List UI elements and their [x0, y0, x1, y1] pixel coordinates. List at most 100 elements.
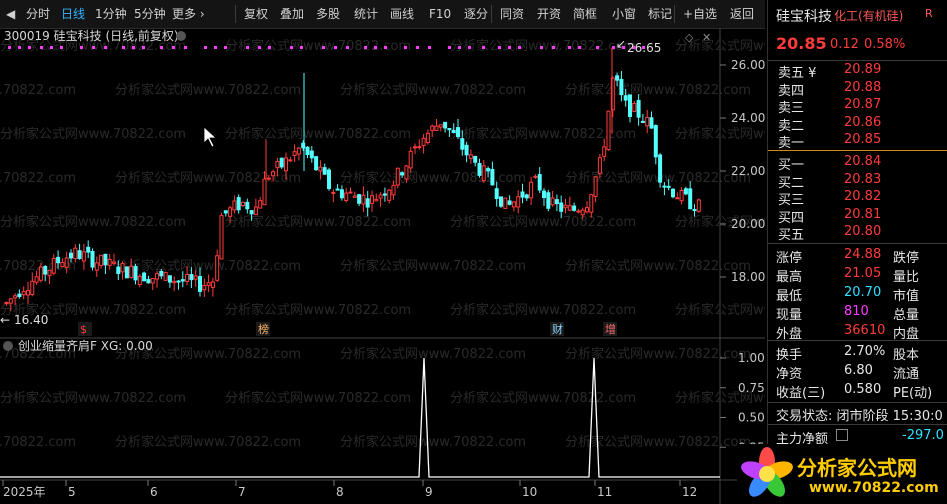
toolbar-item-17[interactable]: +自选	[683, 0, 717, 28]
toolbar-item-0[interactable]: 分时	[26, 0, 50, 28]
main-flow-icon[interactable]	[836, 429, 848, 441]
time-tick-label: 12	[682, 485, 697, 499]
mouse-cursor-icon	[203, 126, 218, 148]
signal-dot	[160, 46, 163, 49]
toolbar-item-15[interactable]: 小窗	[612, 0, 636, 28]
toolbar-item-13[interactable]: 开资	[537, 0, 561, 28]
signal-dot	[374, 46, 377, 49]
low-arrow-icon: ←	[0, 313, 10, 327]
toolbar-item-8[interactable]: 统计	[354, 0, 378, 28]
candle-body	[499, 196, 503, 207]
signal-dot	[104, 46, 107, 49]
candle-body	[90, 250, 95, 268]
toolbar-item-4[interactable]: 更多 ›	[172, 0, 205, 28]
candle-body	[198, 276, 202, 292]
candle-body	[425, 132, 430, 144]
stat-value: 24.88	[844, 247, 882, 262]
last-price: 20.85	[776, 34, 827, 53]
candle-body	[30, 280, 35, 295]
flower-logo-icon	[741, 447, 793, 497]
candle-body	[107, 258, 112, 266]
candle-body	[249, 210, 254, 215]
candle-body	[404, 165, 409, 180]
candle-body	[339, 189, 344, 199]
signal-dot	[458, 46, 461, 49]
stat-label: 最低	[776, 289, 803, 304]
signal-dot	[334, 46, 337, 49]
price-tick-label: 20.00	[731, 217, 765, 231]
candle-body	[47, 269, 52, 277]
toolbar-item-6[interactable]: 叠加	[280, 0, 304, 28]
signal-dot	[322, 46, 325, 49]
signal-dot	[224, 46, 227, 49]
signal-dot	[142, 46, 145, 49]
toolbar-item-12[interactable]: 同资	[500, 0, 524, 28]
candle-body	[481, 165, 486, 182]
time-tick-label: 6	[150, 485, 158, 499]
candle-body	[640, 120, 645, 123]
candle-body	[688, 188, 693, 210]
stock-title: 300019 硅宝科技 (日线,前复权)	[4, 28, 179, 43]
candle-body	[486, 168, 491, 172]
signal-dot	[122, 46, 125, 49]
candle-body	[602, 146, 607, 157]
watermark-text: 分析家公式网www.70822.com	[340, 82, 526, 98]
toolbar-item-2[interactable]: 1分钟	[95, 0, 127, 28]
toolbar-item-18[interactable]: 返回	[730, 0, 754, 28]
candle-body	[60, 262, 65, 268]
candle-body	[163, 271, 168, 281]
candle-body	[210, 281, 215, 288]
stat2-value: 6.80	[844, 363, 873, 378]
price-change-pct: 0.58%	[864, 37, 906, 52]
logo-text: 分析家公式网	[797, 456, 917, 480]
toolbar-item-1[interactable]: 日线	[61, 0, 85, 28]
signal-dot	[578, 46, 581, 49]
candle-body	[81, 251, 86, 262]
candle-body	[245, 201, 250, 210]
main-flow-value: -297.0	[902, 428, 944, 443]
candle-body	[150, 277, 155, 284]
signal-dot	[364, 46, 367, 49]
ask-price: 20.85	[844, 132, 882, 147]
toolbar-item-10[interactable]: F10	[429, 0, 451, 28]
signal-dot	[596, 46, 599, 49]
candle-body	[559, 202, 564, 212]
toolbar-item-5[interactable]: 复权	[244, 0, 268, 28]
candle-body	[275, 160, 280, 169]
toolbar-item-9[interactable]: 画线	[390, 0, 414, 28]
candle-body	[589, 194, 594, 213]
candle-body	[542, 190, 546, 199]
toolbar-item-11[interactable]: 逐分	[464, 0, 488, 28]
sector-label[interactable]: 化工(有机硅)	[834, 7, 903, 24]
toolbar-item-14[interactable]: 简框	[573, 0, 597, 28]
candle-body	[17, 293, 22, 298]
signal-dot	[60, 46, 63, 49]
candle-body	[382, 193, 387, 196]
signal-dot	[18, 46, 21, 49]
kline-chart[interactable]: 分析家公式网www.70822.com 分析家公式网www.70822.com 分析…	[0, 28, 765, 504]
candle-body	[318, 166, 323, 172]
candle-body	[434, 125, 439, 131]
candle-body	[572, 205, 577, 211]
back-arrow-icon[interactable]: ◀	[6, 0, 15, 28]
candle-body	[546, 192, 551, 209]
candle-body	[13, 295, 18, 299]
signal-dot	[50, 46, 53, 49]
toolbar-item-7[interactable]: 多股	[316, 0, 340, 28]
candle-body	[477, 163, 482, 176]
candle-body	[451, 129, 456, 134]
candle-body	[606, 110, 611, 151]
signal-dot	[184, 46, 187, 49]
candle-body	[524, 194, 529, 199]
toolbar-item-3[interactable]: 5分钟	[134, 0, 166, 28]
watermark-text: 分析家公式网www.70822.com	[225, 390, 411, 406]
toolbar-item-16[interactable]: 标记	[648, 0, 672, 28]
candle-body	[167, 275, 172, 283]
watermark-text: 分析家公式网www.70822.com	[0, 170, 76, 186]
watermark-text: 分析家公式网www.70822.com	[450, 214, 636, 230]
candle-body	[593, 176, 598, 197]
indicator-tick-label: 1.00	[738, 351, 765, 365]
time-tick-label: 5	[68, 485, 76, 499]
stat-value: 36610	[844, 323, 886, 338]
candle-body	[133, 265, 138, 281]
